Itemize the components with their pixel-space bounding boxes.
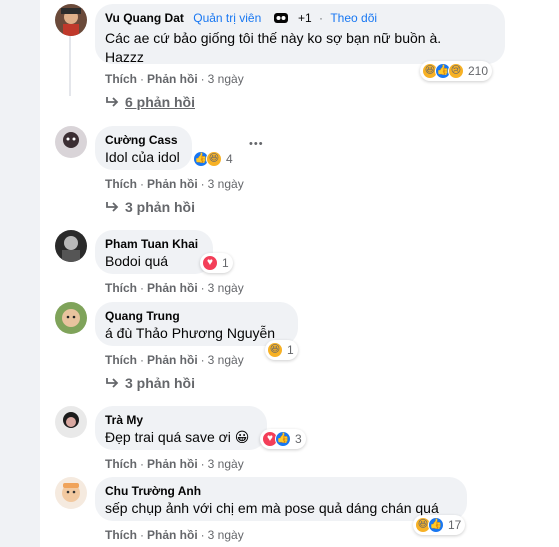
separator-dot: · <box>319 11 323 25</box>
timestamp[interactable]: 3 ngày <box>208 353 244 367</box>
like-button[interactable]: Thích <box>105 72 137 86</box>
like-button[interactable]: Thích <box>105 457 137 471</box>
avatar[interactable] <box>55 126 87 158</box>
timestamp[interactable]: 3 ngày <box>208 177 244 191</box>
badge-icon <box>273 11 289 29</box>
view-replies-button[interactable]: 6 phản hồi <box>105 94 195 110</box>
mention-link[interactable]: Thảo Phương Nguyễn <box>136 325 275 341</box>
avatar[interactable] <box>55 302 87 334</box>
timestamp[interactable]: 3 ngày <box>208 281 244 295</box>
comment-actions: Thích · Phản hồi · 3 ngày <box>105 72 244 86</box>
reply-arrow-icon <box>106 378 119 388</box>
comment-bubble: Trà My Đẹp trai quá save ơi 😀 <box>95 406 267 450</box>
reaction-summary[interactable]: ♥ 1 <box>200 253 233 273</box>
like-icon: 👍 <box>275 431 291 447</box>
reaction-summary[interactable]: 😆 👍 😢 210 <box>420 61 493 81</box>
timestamp[interactable]: 3 ngày <box>208 72 244 86</box>
reaction-summary[interactable]: 👍 😆 4 <box>191 149 237 169</box>
commenter-name[interactable]: Trà My <box>105 413 143 427</box>
replies-label: 3 phản hồi <box>125 375 195 391</box>
replies-label: 6 phản hồi <box>125 94 195 110</box>
commenter-name[interactable]: Cường Cass <box>105 133 178 147</box>
sad-icon: 😢 <box>448 63 464 79</box>
commenter-name[interactable]: Vu Quang Dat <box>105 11 184 25</box>
reply-button[interactable]: Phản hồi <box>147 457 198 471</box>
reply-arrow-icon <box>106 97 119 107</box>
comment-actions: Thích · Phản hồi · 3 ngày <box>105 528 244 542</box>
comment-text: Idol của idol <box>105 149 180 165</box>
like-button[interactable]: Thích <box>105 528 137 542</box>
reply-button[interactable]: Phản hồi <box>147 177 198 191</box>
reply-button[interactable]: Phản hồi <box>147 281 198 295</box>
avatar[interactable] <box>55 230 87 262</box>
comment-bubble: Vu Quang Dat Quản trị viên +1 · Theo dõi… <box>95 4 505 65</box>
admin-badge: Quản trị viên <box>193 11 262 25</box>
reaction-count: 17 <box>448 518 462 532</box>
view-replies-button[interactable]: 3 phản hồi <box>105 199 195 215</box>
reaction-summary[interactable]: ♥ 👍 3 <box>260 429 306 449</box>
comment-text: Bodoi quá <box>105 253 169 269</box>
timestamp[interactable]: 3 ngày <box>208 457 244 471</box>
commenter-name[interactable]: Quang Trung <box>105 309 180 323</box>
reply-button[interactable]: Phản hồi <box>147 353 198 367</box>
reply-button[interactable]: Phản hồi <box>147 72 198 86</box>
reaction-count: 4 <box>226 152 233 166</box>
reply-arrow-icon <box>106 202 119 212</box>
comment-actions: Thích · Phản hồi · 3 ngày <box>105 281 244 295</box>
like-button[interactable]: Thích <box>105 177 137 191</box>
thread-line <box>69 36 71 96</box>
comment-text: Đẹp trai quá save ơi 😀 <box>105 429 250 445</box>
like-button[interactable]: Thích <box>105 281 137 295</box>
like-button[interactable]: Thích <box>105 353 137 367</box>
comment-bubble: Pham Tuan Khai Bodoi quá <box>95 230 213 274</box>
comment-actions: Thích · Phản hồi · 3 ngày <box>105 353 244 367</box>
comment-text-prefix: á đù <box>105 325 136 341</box>
avatar[interactable] <box>55 406 87 438</box>
more-options-icon[interactable]: ••• <box>249 138 264 150</box>
comment-bubble: Quang Trung á đù Thảo Phương Nguyễn <box>95 302 298 346</box>
comment-actions: Thích · Phản hồi · 3 ngày <box>105 457 244 471</box>
avatar[interactable] <box>55 477 87 509</box>
reaction-count: 3 <box>295 432 302 446</box>
comment-bubble: Chu Trường Anh sếp chụp ảnh với chị em m… <box>95 477 467 521</box>
reaction-summary[interactable]: 😆 👍 17 <box>413 515 466 535</box>
follow-link[interactable]: Theo dõi <box>330 11 377 25</box>
haha-icon: 😆 <box>206 151 222 167</box>
like-icon: 👍 <box>428 517 444 533</box>
comment-text: Các ae cứ bảo giống tôi thế này ko sợ bạ… <box>105 30 442 46</box>
comment-text: á đù Thảo Phương Nguyễn <box>105 324 286 343</box>
reaction-summary[interactable]: 😆 1 <box>265 340 298 360</box>
badge-count: +1 <box>297 11 312 25</box>
reply-button[interactable]: Phản hồi <box>147 528 198 542</box>
commenter-name[interactable]: Pham Tuan Khai <box>105 237 198 251</box>
haha-icon: 😆 <box>267 342 283 358</box>
reaction-count: 1 <box>222 256 229 270</box>
comment-actions: Thích · Phản hồi · 3 ngày <box>105 177 244 191</box>
view-replies-button[interactable]: 3 phản hồi <box>105 375 195 391</box>
love-icon: ♥ <box>202 255 218 271</box>
comment-bubble: Cường Cass Idol của idol <box>95 126 192 170</box>
comment-text: sếp chụp ảnh với chị em mà pose quả dáng… <box>105 500 439 516</box>
replies-label: 3 phản hồi <box>125 199 195 215</box>
reaction-count: 210 <box>468 64 489 78</box>
timestamp[interactable]: 3 ngày <box>208 528 244 542</box>
reaction-count: 1 <box>287 343 294 357</box>
commenter-name[interactable]: Chu Trường Anh <box>105 484 201 498</box>
avatar[interactable] <box>55 4 87 36</box>
